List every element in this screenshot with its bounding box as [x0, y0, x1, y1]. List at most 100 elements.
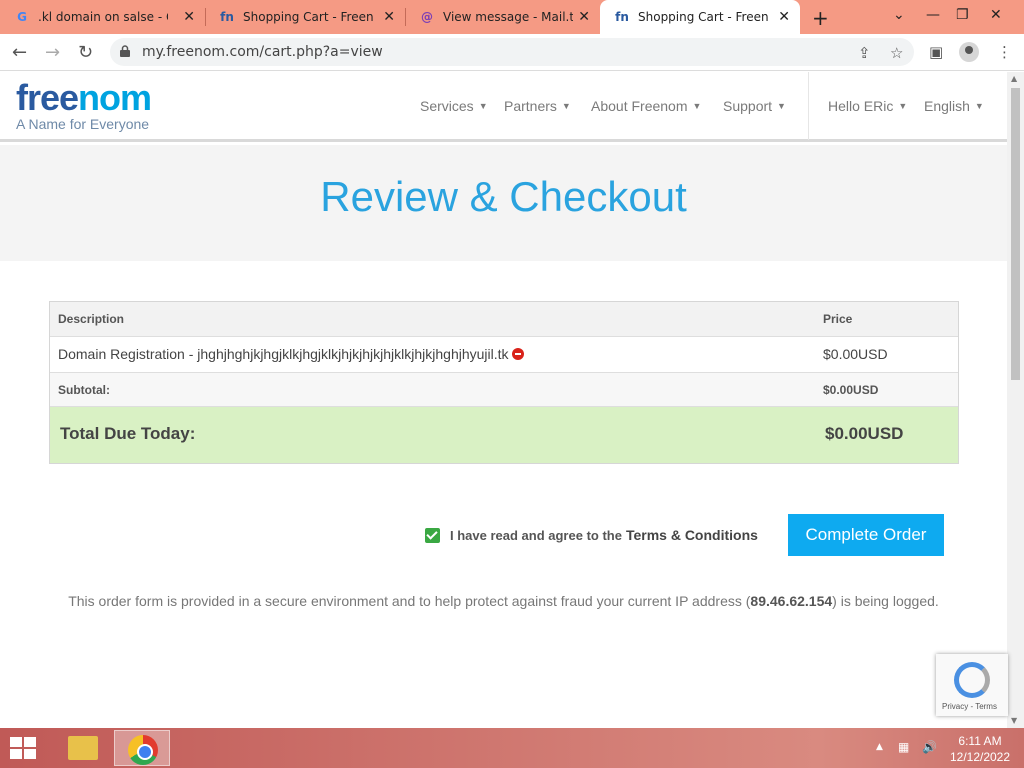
- description-header: Description: [58, 312, 125, 326]
- language-label: English: [924, 98, 970, 114]
- scroll-up-icon[interactable]: ▲: [1011, 74, 1017, 83]
- page-scrollbar[interactable]: ▲ ▼: [1007, 72, 1024, 728]
- total-row: Total Due Today: $0.00USD: [50, 407, 958, 463]
- minimize-window-button[interactable]: —: [926, 7, 940, 23]
- new-tab-button[interactable]: +: [812, 6, 829, 30]
- complete-order-label: Complete Order: [805, 525, 927, 544]
- nav-support[interactable]: Support ▼: [723, 98, 786, 114]
- terms-checkbox[interactable]: [425, 527, 440, 543]
- lock-icon[interactable]: [120, 45, 130, 57]
- chevron-down-icon: ▼: [898, 101, 908, 111]
- page-hero: Review & Checkout: [0, 145, 1007, 261]
- scroll-down-icon[interactable]: ▼: [1011, 716, 1017, 725]
- user-greeting: Hello ERic: [828, 98, 894, 114]
- bookmark-star-icon[interactable]: ☆: [890, 44, 903, 62]
- back-button[interactable]: ←: [12, 42, 27, 63]
- nav-services[interactable]: Services ▼: [420, 98, 488, 114]
- subtotal-value: $0.00USD: [823, 383, 879, 397]
- side-panel-icon[interactable]: ▣: [929, 43, 943, 61]
- browser-tab-strip: G .kl domain on salse - Goo ✕ fn Shoppin…: [0, 0, 1024, 34]
- freenom-icon: fn: [220, 10, 234, 24]
- windows-start-button[interactable]: [10, 737, 36, 759]
- nav-about[interactable]: About Freenom ▼: [591, 98, 701, 114]
- nav-label: Support: [723, 98, 773, 114]
- site-header: freenom A Name for Everyone Services ▼ Pa…: [0, 72, 1007, 142]
- logo-text: free: [16, 77, 79, 118]
- price-header: Price: [823, 312, 853, 326]
- freenom-icon: fn: [615, 10, 629, 24]
- close-tab-icon[interactable]: ✕: [183, 9, 195, 25]
- address-bar[interactable]: my.freenom.com/cart.php?a=view ⇪ ☆: [110, 38, 914, 66]
- logo-tagline: A Name for Everyone: [16, 116, 150, 132]
- browser-tab[interactable]: G .kl domain on salse - Goo ✕: [0, 0, 205, 34]
- windows-taskbar: ▲ ▦ 🔊 6:11 AM 12/12/2022: [0, 728, 1024, 768]
- chrome-taskbar-button[interactable]: [114, 730, 170, 766]
- complete-order-button[interactable]: Complete Order: [788, 514, 944, 556]
- secure-note-text: This order form is provided in a secure …: [68, 593, 751, 609]
- freenom-logo[interactable]: freenom A Name for Everyone: [16, 77, 152, 133]
- table-header-row: Description Price: [50, 302, 958, 337]
- clock-time: 6:11 AM: [958, 734, 1002, 748]
- logo-text: nom: [78, 77, 152, 118]
- scrollbar-thumb[interactable]: [1011, 88, 1020, 380]
- nav-divider: [808, 72, 809, 140]
- chevron-down-icon: ▼: [692, 101, 702, 111]
- total-value: $0.00USD: [825, 424, 904, 443]
- close-tab-icon[interactable]: ✕: [383, 9, 395, 25]
- close-window-button[interactable]: ✕: [990, 7, 1002, 23]
- secure-note-text: ) is being logged.: [832, 593, 939, 609]
- chevron-down-icon: ▼: [974, 101, 984, 111]
- browser-tab-active[interactable]: fn Shopping Cart - Freenom ✕: [600, 0, 800, 34]
- chevron-down-icon: ▼: [478, 101, 488, 111]
- menu-kebab-icon[interactable]: ⋮: [997, 43, 1012, 61]
- url-text[interactable]: my.freenom.com/cart.php?a=view: [142, 44, 383, 60]
- tab-title: View message - Mail.tm: [443, 10, 573, 24]
- nav-label: Services: [420, 98, 474, 114]
- google-icon: G: [17, 10, 27, 24]
- agree-text: I have read and agree to the: [450, 527, 622, 543]
- close-tab-icon[interactable]: ✕: [778, 9, 790, 25]
- browser-tab[interactable]: fn Shopping Cart - Freenom ✕: [205, 0, 405, 34]
- file-explorer-taskbar-button[interactable]: [54, 730, 110, 766]
- tab-title: Shopping Cart - Freenom: [243, 10, 373, 24]
- network-icon[interactable]: ▦: [898, 740, 909, 754]
- chevron-down-icon: ▼: [561, 101, 571, 111]
- secure-environment-note: This order form is provided in a secure …: [0, 593, 1007, 609]
- language-menu[interactable]: English ▼: [924, 98, 984, 114]
- nav-partners[interactable]: Partners ▼: [504, 98, 571, 114]
- ip-address: 89.46.62.154: [750, 593, 833, 609]
- item-price: $0.00USD: [823, 346, 888, 362]
- restore-window-button[interactable]: ❐: [956, 7, 969, 23]
- subtotal-label: Subtotal:: [58, 383, 110, 397]
- volume-icon[interactable]: 🔊: [922, 740, 937, 754]
- chevron-down-icon: ▼: [777, 101, 786, 111]
- tab-search-icon[interactable]: ⌄: [893, 7, 905, 23]
- recaptcha-badge[interactable]: Privacy - Terms: [936, 654, 1008, 716]
- show-hidden-icons[interactable]: ▲: [876, 742, 883, 752]
- forward-button[interactable]: →: [45, 42, 60, 63]
- recaptcha-icon: [954, 662, 990, 698]
- nav-label: About Freenom: [591, 98, 688, 114]
- tab-title: .kl domain on salse - Goo: [38, 10, 168, 24]
- page-title: Review & Checkout: [320, 173, 687, 220]
- chrome-icon: [128, 735, 158, 765]
- folder-icon: [68, 736, 98, 760]
- browser-tab[interactable]: @ View message - Mail.tm ✕: [405, 0, 600, 34]
- mailtm-icon: @: [421, 10, 433, 24]
- reload-button[interactable]: ↻: [78, 42, 93, 63]
- nav-label: Partners: [504, 98, 557, 114]
- close-tab-icon[interactable]: ✕: [578, 9, 590, 25]
- profile-avatar[interactable]: [959, 42, 979, 62]
- terms-agreement: I have read and agree to the Terms & Con…: [425, 527, 758, 543]
- recaptcha-links[interactable]: Privacy - Terms: [942, 702, 997, 711]
- total-label: Total Due Today:: [60, 424, 196, 443]
- tab-title: Shopping Cart - Freenom: [638, 10, 768, 24]
- clock-date: 12/12/2022: [949, 750, 1011, 764]
- terms-link[interactable]: Terms & Conditions: [626, 527, 758, 543]
- share-icon[interactable]: ⇪: [858, 44, 871, 62]
- system-clock[interactable]: 6:11 AM 12/12/2022: [944, 733, 1016, 765]
- user-menu[interactable]: Hello ERic ▼: [828, 98, 907, 114]
- subtotal-row: Subtotal: $0.00USD: [50, 373, 958, 407]
- browser-toolbar: ← → ↻ my.freenom.com/cart.php?a=view ⇪ ☆…: [0, 34, 1024, 71]
- remove-item-icon[interactable]: [511, 348, 524, 360]
